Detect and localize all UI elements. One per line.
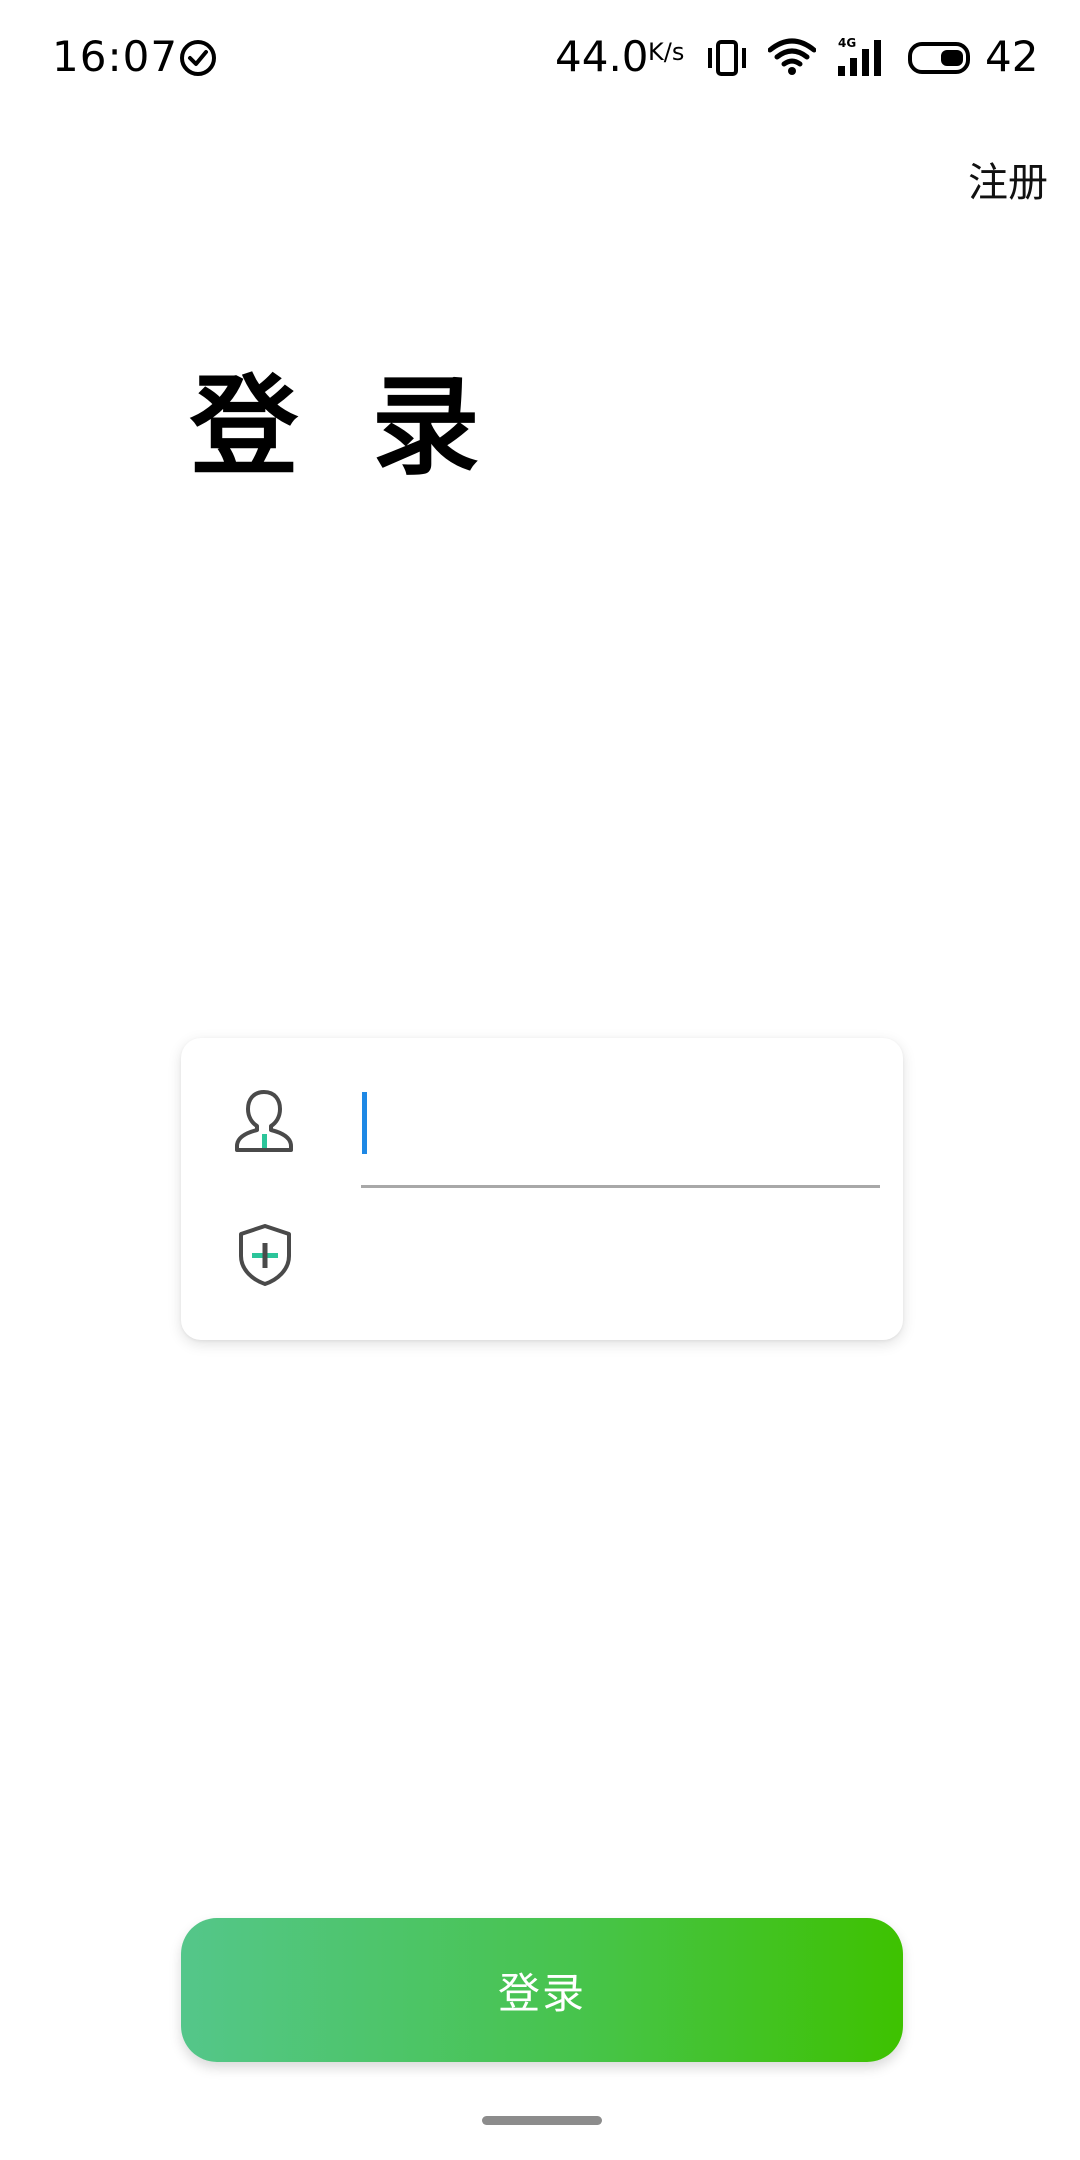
user-icon: [235, 1090, 293, 1152]
password-input[interactable]: [361, 1220, 880, 1292]
username-input[interactable]: [361, 1074, 880, 1146]
status-time: 16:07: [52, 32, 179, 81]
register-link[interactable]: 注册: [968, 150, 1048, 208]
shield-plus-icon: [239, 1224, 291, 1286]
page-title: 登 录: [190, 365, 498, 490]
battery-icon: [908, 42, 970, 74]
username-underline: [361, 1185, 880, 1188]
svg-text:4G: 4G: [838, 36, 856, 50]
login-button[interactable]: 登录: [181, 1918, 903, 2062]
login-form-card: [181, 1038, 903, 1340]
vibrate-icon: [708, 40, 746, 76]
check-circle-icon: [180, 40, 216, 76]
wifi-icon: [768, 38, 816, 75]
network-speed: 44.0: [555, 32, 649, 81]
cellular-4g-icon: 4G: [838, 36, 881, 76]
network-speed-unit: K/s: [648, 38, 685, 66]
home-indicator[interactable]: [482, 2116, 602, 2125]
battery-level: 42: [985, 32, 1039, 81]
status-bar: 16:07 44.0 K/s 4G 42: [0, 0, 1080, 120]
